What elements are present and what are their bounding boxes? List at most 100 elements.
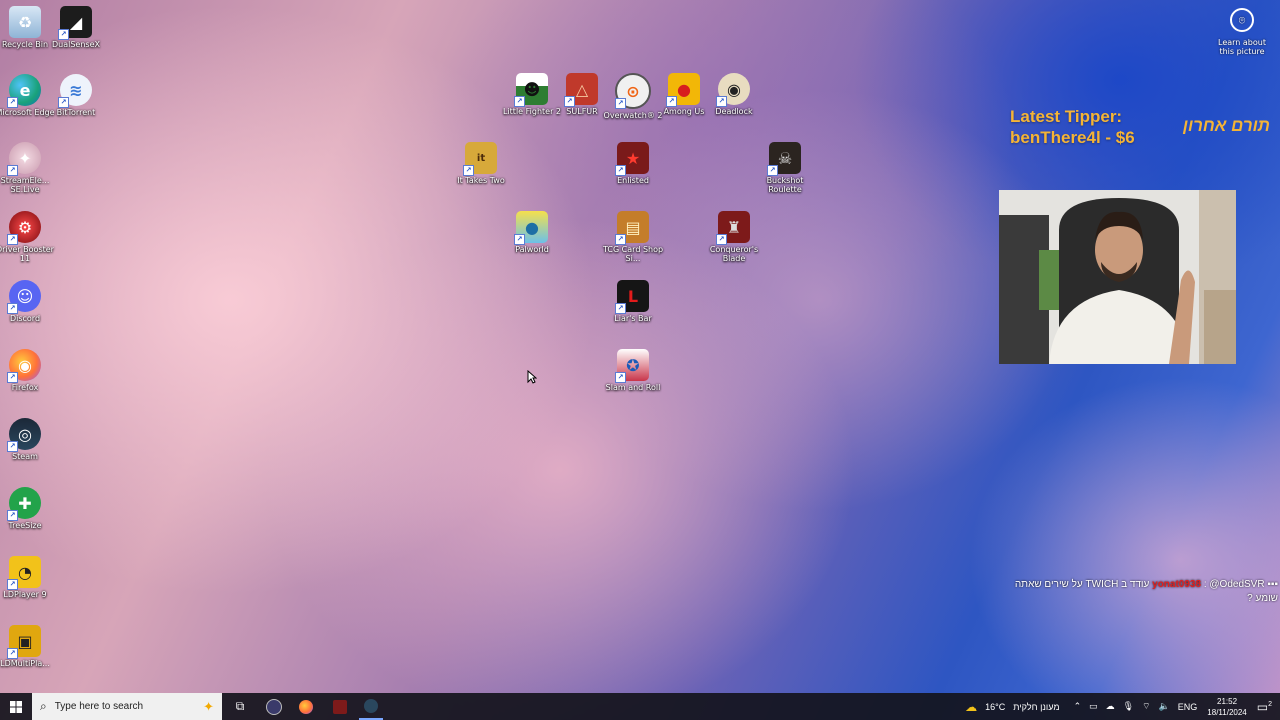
desktop-icon-deadlock[interactable]: ◉ ↗ Deadlock xyxy=(701,73,767,116)
weather-desc[interactable]: מעונן חלקית xyxy=(1013,702,1059,712)
tipper-hebrew: תורם אחרון xyxy=(1182,116,1270,135)
desktop-icon-ldmultiplayer[interactable]: ▣ ↗ LDMultiPla... xyxy=(0,625,58,668)
desktop-icon-dualsensex[interactable]: ◢ ↗ DualSenseX xyxy=(43,6,109,49)
start-button[interactable] xyxy=(0,693,32,720)
edge-icon: e ↗ xyxy=(7,74,41,108)
desktop-icon-streamelements[interactable]: ✦ ↗ StreamEle... SE.Live xyxy=(0,142,58,194)
tipper-value: benThere4l - $6 xyxy=(1010,128,1135,147)
search-box[interactable]: ⌕ Type here to search ✦ xyxy=(32,693,222,720)
desktop-icon-label: LDPlayer 9 xyxy=(3,590,47,599)
little-fighter-icon: ☻ ↗ xyxy=(514,73,548,107)
device-icon[interactable]: ▭ xyxy=(1089,701,1098,712)
desktop-icon-label: TCG Card Shop Si... xyxy=(602,245,664,263)
desktop-icon-bittorrent[interactable]: ≋ ↗ BitTorrent xyxy=(43,74,109,117)
desktop-icon-label: Deadlock xyxy=(715,107,753,116)
clock-time: 21:52 xyxy=(1217,696,1238,706)
search-icon: ⌕ xyxy=(40,699,47,713)
desktop-icon-label: Liar's Bar xyxy=(614,314,652,323)
sulfur-icon: △ ↗ xyxy=(564,73,598,107)
desktop-icon-label: It Takes Two xyxy=(457,176,505,185)
steam-icon xyxy=(364,698,378,713)
it-takes-two-icon: it ↗ xyxy=(463,142,497,176)
windows-icon xyxy=(10,700,22,713)
microphone-icon[interactable]: 🎙 xyxy=(1123,701,1134,712)
taskbar-app-steam[interactable] xyxy=(359,693,383,720)
desktop-icon-label: Buckshot Roulette xyxy=(766,176,804,194)
show-hidden-icons-icon[interactable]: ⌃ xyxy=(1074,701,1082,712)
buckshot-roulette-icon: ☠ ↗ xyxy=(767,142,801,176)
desktop-icon-liars-bar[interactable]: L ↗ Liar's Bar xyxy=(600,280,666,323)
latest-tipper: Latest Tipper: benThere4l - $6 xyxy=(1010,106,1135,148)
firefox-icon xyxy=(299,699,313,714)
desktop-icon-buckshot-roulette[interactable]: ☠ ↗ Buckshot Roulette xyxy=(752,142,818,194)
taskbar-app-game[interactable] xyxy=(328,693,352,720)
desktop-icon-label: Conqueror's Blade xyxy=(709,245,759,263)
firefox-icon: ◉ ↗ xyxy=(7,349,41,383)
desktop-icon-label: Driver Booster 11 xyxy=(0,245,54,263)
webcam-feed xyxy=(999,190,1236,364)
weather-icon[interactable]: ☁ xyxy=(965,700,977,714)
recycle-bin-icon: ♻ xyxy=(9,6,41,38)
search-highlight-icon: ✦ xyxy=(203,698,214,714)
webcam-image xyxy=(999,190,1236,364)
steam-icon: ◎ ↗ xyxy=(7,418,41,452)
enlisted-icon: ★ ↗ xyxy=(615,142,649,176)
among-us-icon: ● ↗ xyxy=(666,73,700,107)
notifications-icon[interactable]: ▭2 xyxy=(1257,700,1272,714)
mouse-cursor xyxy=(527,370,537,384)
taskbar-app-firefox[interactable] xyxy=(294,693,318,720)
obs-icon xyxy=(266,698,282,715)
chat-username: yonat0938 xyxy=(1152,579,1202,590)
desktop-icon-label: DualSenseX xyxy=(52,40,100,49)
dualsensex-icon: ◢ ↗ xyxy=(58,6,92,40)
desktop-icon-discord[interactable]: ☺ ↗ Discord xyxy=(0,280,58,323)
desktop-icon-label: BitTorrent xyxy=(56,108,96,117)
palworld-icon: ● ↗ xyxy=(514,211,548,245)
task-view-icon: ⧉ xyxy=(235,699,245,713)
clock-date: 18/11/2024 xyxy=(1207,707,1247,717)
desktop-icon-label: LDMultiPla... xyxy=(0,659,50,668)
desktop-icon-firefox[interactable]: ◉ ↗ Firefox xyxy=(0,349,58,392)
desktop-icon-treesize[interactable]: ✚ ↗ TreeSize xyxy=(0,487,58,530)
desktop-icon-steam[interactable]: ◎ ↗ Steam xyxy=(0,418,58,461)
ldplayer-icon: ◔ ↗ xyxy=(7,556,41,590)
deadlock-icon: ◉ ↗ xyxy=(716,73,750,107)
desktop-icon-label: Steam xyxy=(12,452,38,461)
treesize-icon: ✚ ↗ xyxy=(7,487,41,521)
desktop-icon-ldplayer[interactable]: ◔ ↗ LDPlayer 9 xyxy=(0,556,58,599)
tipper-title: Latest Tipper: xyxy=(1010,107,1123,126)
desktop-icon-it-takes-two[interactable]: it ↗ It Takes Two xyxy=(448,142,514,185)
weather-temp[interactable]: 16°C xyxy=(985,702,1005,712)
clock[interactable]: 21:52 18/11/2024 xyxy=(1207,696,1246,718)
desktop-icon-palworld[interactable]: ● ↗ Palworld xyxy=(499,211,565,254)
desktop-icon-slam-and-roll[interactable]: ✪ ↗ Slam and Roll xyxy=(600,349,666,392)
taskbar-app-obs[interactable] xyxy=(262,693,286,720)
learn-about-picture[interactable]: ⌾ Learn about this picture xyxy=(1214,8,1270,56)
chat-badges: ▪▪▪ xyxy=(1267,579,1278,590)
wifi-icon[interactable]: ⌔ xyxy=(1142,701,1150,712)
taskbar: ⌕ Type here to search ✦ ⧉ ☁ 16°C מעונן ח… xyxy=(0,693,1280,720)
chat-message: ▪▪▪ yonat0938 : @OdedSVR עודד ב TWICH על… xyxy=(1002,578,1278,606)
conquerors-blade-icon: ♜ ↗ xyxy=(716,211,750,245)
desktop-icon-label: Firefox xyxy=(11,383,39,392)
input-language[interactable]: ENG xyxy=(1178,702,1198,712)
desktop-icon-label: Slam and Roll xyxy=(605,383,661,392)
speaker-icon[interactable]: 🔈 xyxy=(1159,701,1170,712)
desktop-icon-enlisted[interactable]: ★ ↗ Enlisted xyxy=(600,142,666,185)
camera-icon: ⌾ xyxy=(1230,8,1254,32)
desktop-icon-driver-booster[interactable]: ⚙ ↗ Driver Booster 11 xyxy=(0,211,58,263)
search-placeholder: Type here to search xyxy=(54,701,144,712)
slam-and-roll-icon: ✪ ↗ xyxy=(615,349,649,383)
game-app-icon xyxy=(333,699,347,714)
desktop-icon-label: Palworld xyxy=(515,245,549,254)
desktop-icon-tcg-card-shop[interactable]: ▤ ↗ TCG Card Shop Si... xyxy=(600,211,666,263)
overwatch-icon: ⊙ ↗ xyxy=(615,73,651,109)
network-icon[interactable]: ☁ xyxy=(1106,701,1115,712)
ldmultiplayer-icon: ▣ ↗ xyxy=(7,625,41,659)
desktop-icon-label: TreeSize xyxy=(8,521,42,530)
task-view-button[interactable]: ⧉ xyxy=(229,693,251,720)
system-tray: ☁ 16°C מעונן חלקית ⌃ ▭ ☁ 🎙 ⌔ 🔈 ENG 21:52… xyxy=(961,693,1280,720)
desktop-icon-label: Enlisted xyxy=(617,176,649,185)
desktop-icon-conquerors-blade[interactable]: ♜ ↗ Conqueror's Blade xyxy=(701,211,767,263)
bittorrent-icon: ≋ ↗ xyxy=(58,74,92,108)
